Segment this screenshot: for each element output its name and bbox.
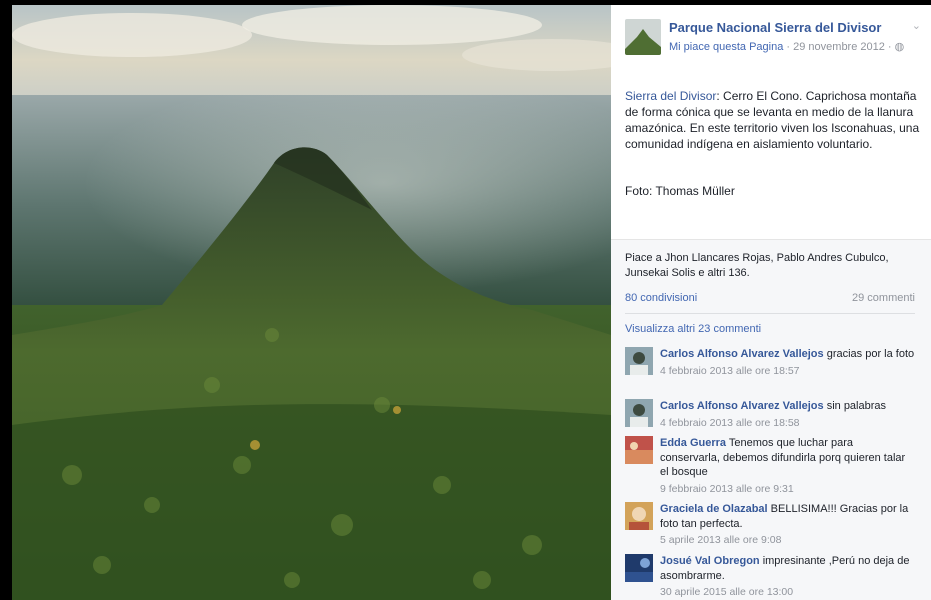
- photo-viewer: Parque Nacional Sierra del Divisor Mi pi…: [0, 0, 931, 600]
- commenter-avatar[interactable]: [625, 436, 653, 464]
- post-sidebar: Parque Nacional Sierra del Divisor Mi pi…: [611, 5, 931, 600]
- page-name-link[interactable]: Parque Nacional Sierra del Divisor: [669, 20, 881, 35]
- commenter-avatar[interactable]: [625, 399, 653, 427]
- post-text: Sierra del Divisor: Cerro El Cono. Capri…: [625, 88, 921, 152]
- chevron-down-icon[interactable]: ⌄: [912, 19, 921, 32]
- comment-author[interactable]: Edda Guerra: [660, 437, 726, 449]
- comment-date[interactable]: 5 aprile 2013 alle ore 9:08: [660, 533, 915, 548]
- comment-text: sin palabras: [823, 400, 887, 412]
- commenter-avatar[interactable]: [625, 502, 653, 530]
- comments-count[interactable]: 29 commenti: [852, 292, 915, 304]
- post-header: Parque Nacional Sierra del Divisor Mi pi…: [625, 19, 921, 59]
- comment-text: gracias por la foto: [823, 348, 915, 360]
- post-photo[interactable]: [12, 5, 611, 600]
- shares-link[interactable]: 80 condivisioni: [625, 292, 697, 304]
- comment-date[interactable]: 4 febbraio 2013 alle ore 18:57: [660, 364, 915, 379]
- comment-author[interactable]: Graciela de Olazabal: [660, 503, 768, 515]
- comment-author[interactable]: Carlos Alfonso Alvarez Vallejos: [660, 348, 824, 360]
- photo-credit: Foto: Thomas Müller: [625, 184, 735, 198]
- likes-summary[interactable]: Piace a Jhon Llancares Rojas, Pablo Andr…: [625, 251, 915, 281]
- post-meta: Mi piace questa Pagina · 29 novembre 201…: [669, 40, 904, 53]
- comment-date[interactable]: 30 aprile 2015 alle ore 13:00: [660, 585, 915, 600]
- view-more-comments-link[interactable]: Visualizza altri 23 commenti: [625, 323, 761, 335]
- like-page-link[interactable]: Mi piace questa Pagina: [669, 41, 783, 53]
- comment-date[interactable]: 9 febbraio 2013 alle ore 9:31: [660, 482, 915, 497]
- comment-date[interactable]: 4 febbraio 2013 alle ore 18:58: [660, 416, 915, 431]
- page-avatar[interactable]: [625, 19, 661, 55]
- post-link[interactable]: Sierra del Divisor: [625, 89, 716, 103]
- divider: [625, 313, 915, 314]
- commenter-avatar[interactable]: [625, 554, 653, 582]
- comment-author[interactable]: Carlos Alfonso Alvarez Vallejos: [660, 400, 824, 412]
- engagement-panel: Piace a Jhon Llancares Rojas, Pablo Andr…: [611, 239, 931, 600]
- post-date[interactable]: · 29 novembre 2012 ·: [783, 41, 894, 53]
- globe-icon: ◍: [894, 41, 905, 53]
- comment-author[interactable]: Josué Val Obregon: [660, 555, 760, 567]
- commenter-avatar[interactable]: [625, 347, 653, 375]
